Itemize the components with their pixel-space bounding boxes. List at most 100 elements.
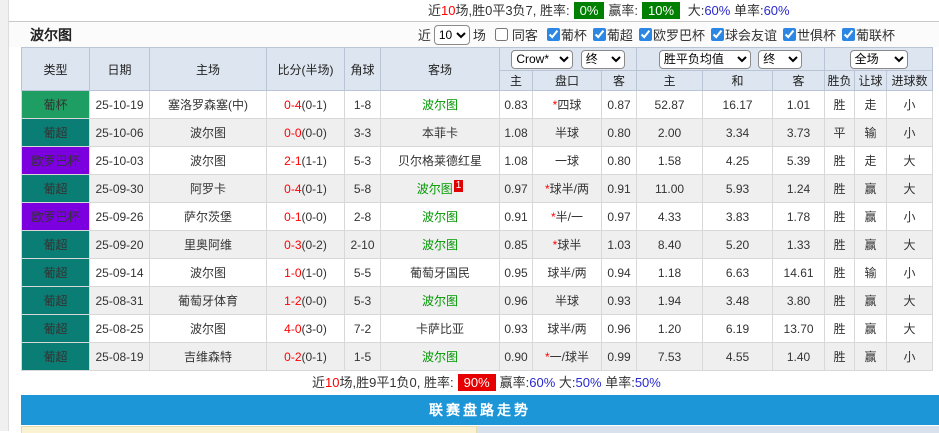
away-team: 贝尔格莱德红星 [381,147,500,175]
single-value: 50% [635,375,661,390]
league-checkbox-label: 葡杯 [561,25,587,44]
away-team: 波尔图 [381,343,500,371]
handicap-result: 赢 [855,315,887,343]
home-team: 波尔图 [150,147,267,175]
same-away-label: 同客 [512,25,538,44]
result-group-header: 全场 [825,48,933,71]
big-label: 大: [684,3,704,18]
match-result: 胜 [825,147,855,175]
lose-odds: 1.33 [773,231,825,259]
match-result: 平 [825,119,855,147]
draw-odds: 5.93 [703,175,773,203]
league-badge: 葡超 [22,175,90,203]
table-row: 欧罗巴杯25-09-26萨尔茨堡0-1(0-0)2-8波尔图0.91*半/一0.… [22,203,933,231]
match-date: 25-10-19 [90,91,150,119]
bottom-summary-bar: 近10场,胜9平1负0, 胜率:90%赢率:60% 大:50% 单率:50% [9,371,939,395]
col-header-home: 主场 [150,48,267,91]
match-count-select[interactable]: 10 [434,25,470,45]
match-date: 25-10-03 [90,147,150,175]
match-result: 胜 [825,91,855,119]
away-team: 波尔图1 [381,175,500,203]
league-filter-球会友谊[interactable]: 球会友谊 [705,25,777,44]
handicap-result: 赢 [855,287,887,315]
win-odds: 11.00 [637,175,703,203]
goals-result: 大 [887,287,933,315]
league-badge: 葡超 [22,231,90,259]
odds-company-select[interactable]: Crow* [511,50,573,69]
match-result: 胜 [825,175,855,203]
table-row: 葡超25-09-14波尔图1-0(1-0)5-5葡萄牙国民0.95球半/两0.9… [22,259,933,287]
draw-odds: 6.63 [703,259,773,287]
europe-final-select[interactable]: 终 [758,50,802,69]
sub-header-win: 主 [637,71,703,91]
profit-rate-label: 赢率: [608,3,638,18]
score-cell: 0-2(0-1) [267,343,345,371]
wdl-average-select[interactable]: 胜平负均值 [659,50,751,69]
handicap-line: 球半/两 [533,315,602,343]
next-section-sliver [21,426,939,433]
draw-odds: 3.34 [703,119,773,147]
sub-header-handicap-home: 主 [500,71,533,91]
handicap-line: 球半/两 [533,259,602,287]
home-team: 葡萄牙体育 [150,287,267,315]
win-odds: 1.20 [637,315,703,343]
match-result: 胜 [825,231,855,259]
handicap-line: 半球 [533,119,602,147]
summary-text: 近 [428,3,441,18]
same-away-checkbox[interactable] [495,28,508,41]
col-header-date: 日期 [90,48,150,91]
handicap-result: 输 [855,259,887,287]
handicap-home-odds: 0.95 [500,259,533,287]
col-header-away: 客场 [381,48,500,91]
match-result: 胜 [825,259,855,287]
league-checkbox[interactable] [593,28,606,41]
draw-odds: 3.83 [703,203,773,231]
handicap-away-odds: 1.03 [602,231,637,259]
league-filter-葡杯[interactable]: 葡杯 [541,25,587,44]
match-date: 25-09-30 [90,175,150,203]
home-team: 吉维森特 [150,343,267,371]
league-checkbox[interactable] [711,28,724,41]
league-checkbox-label: 世俱杯 [797,25,836,44]
win-odds: 1.18 [637,259,703,287]
goals-result: 小 [887,203,933,231]
away-team: 波尔图 [381,91,500,119]
league-checkbox[interactable] [547,28,560,41]
match-result: 胜 [825,343,855,371]
handicap-home-odds: 0.83 [500,91,533,119]
win-odds: 8.40 [637,231,703,259]
col-header-score: 比分(半场) [267,48,345,91]
sub-header-goals: 进球数 [887,71,933,91]
table-row: 葡超25-08-31葡萄牙体育1-2(0-0)5-3波尔图0.96半球0.931… [22,287,933,315]
league-badge: 葡超 [22,119,90,147]
handicap-away-odds: 0.87 [602,91,637,119]
league-filter-世俱杯[interactable]: 世俱杯 [777,25,836,44]
away-team: 本菲卡 [381,119,500,147]
lose-odds: 1.24 [773,175,825,203]
score-cell: 0-4(0-1) [267,175,345,203]
league-checkbox[interactable] [639,28,652,41]
league-checkbox[interactable] [842,28,855,41]
league-checkbox[interactable] [783,28,796,41]
single-label: 单率: [730,3,763,18]
full-match-select[interactable]: 全场 [850,50,908,69]
handicap-home-odds: 0.91 [500,203,533,231]
summary-text: 场,胜0平3负7, 胜率: [455,3,569,18]
sub-header-handicap-result: 让球 [855,71,887,91]
single-value: 60% [764,3,790,18]
league-handicap-trend-header[interactable]: 联赛盘路走势 [21,395,939,425]
league-filter-欧罗巴杯[interactable]: 欧罗巴杯 [633,25,705,44]
league-filter-葡联杯[interactable]: 葡联杯 [836,25,895,44]
table-row: 葡杯25-10-19塞洛罗森塞(中)0-4(0-1)1-8波尔图0.83*四球0… [22,91,933,119]
score-cell: 0-0(0-0) [267,119,345,147]
lose-odds: 1.40 [773,343,825,371]
top-summary-bar: 近10场,胜0平3负7, 胜率:0%赢率:10% 大:60% 单率:60% [9,0,939,22]
draw-odds: 3.48 [703,287,773,315]
handicap-line: 一球 [533,147,602,175]
handicap-final-select[interactable]: 终 [581,50,625,69]
win-odds: 1.58 [637,147,703,175]
league-filter-葡超[interactable]: 葡超 [587,25,633,44]
league-badge: 葡超 [22,259,90,287]
draw-odds: 4.55 [703,343,773,371]
corner-score: 5-3 [345,287,381,315]
